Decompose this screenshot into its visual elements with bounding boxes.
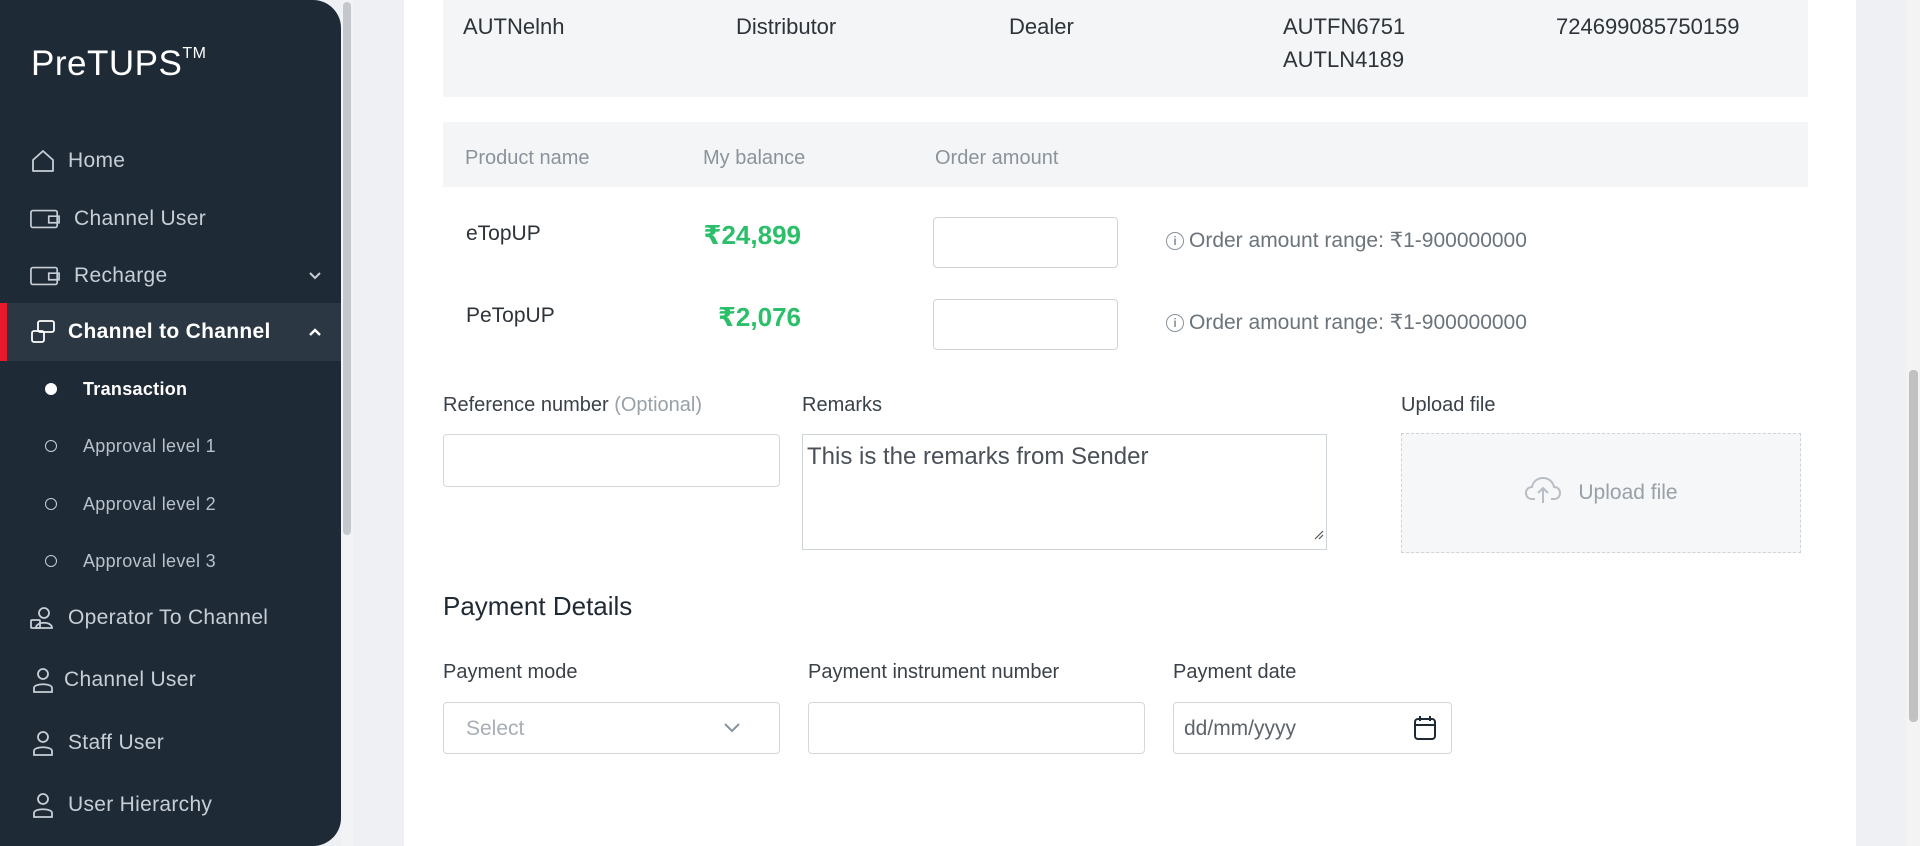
sidebar-item-channel-user-2[interactable]: Channel User — [0, 651, 341, 709]
product-name: eTopUP — [466, 222, 541, 245]
sidebar-item-label: Staff User — [68, 731, 164, 754]
upload-file-dropzone[interactable]: Upload file — [1401, 433, 1801, 553]
cloud-upload-icon — [1524, 475, 1562, 511]
payment-instrument-label: Payment instrument number — [808, 661, 1060, 683]
sidebar-item-label: Home — [68, 149, 126, 172]
column-header-amount: Order amount — [935, 147, 1059, 169]
sidebar-item-label: Recharge — [74, 264, 168, 287]
user-icon — [28, 790, 58, 820]
sidebar-subitem-label: Approval level 3 — [83, 550, 216, 571]
sidebar-subitem-approval-2[interactable]: Approval level 2 — [0, 479, 341, 529]
sidebar-item-user-hierarchy[interactable]: User Hierarchy — [0, 776, 341, 834]
payment-date-input[interactable]: dd/mm/yyyy — [1173, 702, 1452, 754]
chevron-down-icon — [723, 721, 741, 740]
order-amount-range: i Order amount range: ₹1-900000000 — [1166, 310, 1527, 335]
sidebar-item-channel-to-channel[interactable]: Channel to Channel — [0, 303, 341, 361]
transfer-icon — [28, 317, 58, 347]
sidebar-subitem-label: Approval level 2 — [83, 493, 216, 514]
wallet-icon — [30, 204, 60, 234]
bullet-icon — [45, 498, 57, 510]
order-amount-input[interactable] — [933, 299, 1118, 350]
user-first-name: AUTFN6751 — [1283, 14, 1406, 39]
column-header-balance: My balance — [703, 147, 806, 169]
sidebar-item-recharge[interactable]: Recharge — [0, 247, 341, 305]
product-balance: ₹2,076 — [717, 302, 801, 332]
calendar-icon[interactable] — [1413, 715, 1437, 746]
page-scrollbar-thumb[interactable] — [1909, 370, 1918, 722]
bullet-icon — [45, 555, 57, 567]
bullet-icon — [45, 440, 57, 452]
home-icon — [28, 146, 58, 176]
sidebar-item-operator-to-channel[interactable]: Operator To Channel — [0, 589, 341, 647]
product-name: PeTopUP — [466, 304, 555, 327]
optional-tag: (Optional) — [614, 394, 703, 416]
wallet-icon — [30, 261, 60, 291]
info-icon: i — [1166, 313, 1184, 332]
active-indicator — [0, 303, 7, 361]
user-last-name: AUTLN4189 — [1283, 47, 1405, 72]
reference-number-label-text: Reference number — [443, 394, 609, 416]
upload-file-label: Upload file — [1401, 394, 1496, 416]
payment-date-placeholder: dd/mm/yyyy — [1184, 717, 1297, 740]
remarks-textarea[interactable]: This is the remarks from Sender — [802, 434, 1327, 550]
order-amount-range-text: Order amount range: ₹1-900000000 — [1189, 229, 1527, 252]
column-header-product: Product name — [465, 147, 590, 169]
sidebar-subitem-label: Transaction — [83, 378, 188, 399]
user-name: AUTNelnh — [463, 14, 565, 39]
user-icon — [28, 728, 58, 758]
payment-date-label: Payment date — [1173, 661, 1297, 683]
payment-instrument-input[interactable] — [808, 702, 1145, 754]
sidebar-item-label: User Hierarchy — [68, 793, 213, 816]
app-logo[interactable]: PreTUPSTM — [31, 44, 206, 84]
product-table-header — [443, 122, 1808, 187]
sidebar-item-label: Operator To Channel — [68, 606, 269, 629]
operator-icon — [28, 603, 58, 633]
sidebar-item-channel-user[interactable]: Channel User — [0, 190, 341, 248]
sidebar-item-label: Channel to Channel — [68, 320, 271, 343]
remarks-label: Remarks — [802, 394, 883, 416]
order-amount-range-text: Order amount range: ₹1-900000000 — [1189, 311, 1527, 334]
order-amount-input[interactable] — [933, 217, 1118, 268]
remarks-text: This is the remarks from Sender — [807, 443, 1149, 470]
bullet-icon — [45, 383, 57, 395]
payment-mode-label: Payment mode — [443, 661, 578, 683]
resize-handle-icon[interactable] — [1312, 519, 1324, 547]
user-type: Dealer — [1009, 14, 1074, 39]
sidebar-subitem-approval-3[interactable]: Approval level 3 — [0, 536, 341, 586]
user-category: Distributor — [736, 14, 837, 39]
payment-mode-select[interactable]: Select — [443, 702, 780, 754]
sidebar: PreTUPSTM Home Channel User Recharge Cha… — [0, 0, 341, 846]
reference-number-input[interactable] — [443, 434, 780, 487]
sidebar-item-home[interactable]: Home — [0, 132, 341, 190]
sidebar-item-staff-user[interactable]: Staff User — [0, 714, 341, 772]
sidebar-subitem-label: Approval level 1 — [83, 435, 216, 456]
user-icon — [28, 665, 58, 695]
reference-number-label: Reference number (Optional) — [443, 394, 702, 417]
sidebar-scrollbar-thumb[interactable] — [343, 2, 351, 535]
payment-details-title: Payment Details — [443, 591, 633, 621]
user-mobile: 724699085750159 — [1556, 14, 1740, 39]
chevron-down-icon[interactable] — [307, 266, 323, 290]
sidebar-item-label: Channel User — [74, 207, 206, 230]
sidebar-item-label: Channel User — [64, 668, 196, 691]
info-icon: i — [1166, 231, 1184, 250]
order-amount-range: i Order amount range: ₹1-900000000 — [1166, 228, 1527, 253]
product-balance: ₹24,899 — [703, 220, 801, 250]
upload-file-button-text: Upload file — [1578, 481, 1678, 504]
sidebar-subitem-transaction[interactable]: Transaction — [0, 364, 341, 414]
chevron-up-icon[interactable] — [307, 322, 323, 346]
payment-mode-placeholder: Select — [466, 717, 525, 740]
sidebar-subitem-approval-1[interactable]: Approval level 1 — [0, 421, 341, 471]
